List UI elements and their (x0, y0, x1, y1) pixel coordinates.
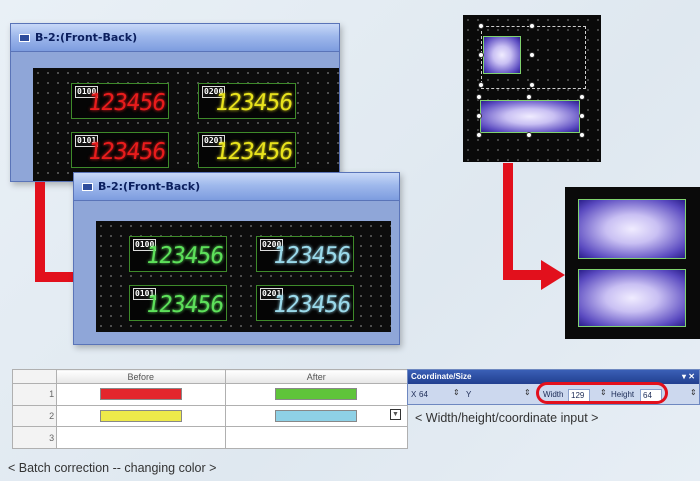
color-swatch[interactable] (275, 410, 358, 422)
header-before: Before (56, 368, 226, 385)
color-table: Before After 1 2 ▼ 3 (11, 368, 409, 449)
resize-handle[interactable] (478, 52, 484, 58)
after-cell[interactable] (224, 383, 409, 406)
toolbar-title: Coordinate/Size (411, 372, 472, 381)
lamp-editor-canvas[interactable] (463, 15, 601, 162)
display-value: 123456 (271, 243, 352, 269)
dropdown-icon[interactable]: ▼ (390, 408, 401, 420)
numeric-display[interactable]: 0200 123456 (198, 83, 296, 119)
resize-handle[interactable] (579, 132, 585, 138)
resize-handle[interactable] (476, 94, 482, 100)
numeric-display[interactable]: 0100 123456 (129, 236, 227, 272)
resize-handle[interactable] (526, 132, 532, 138)
resize-handle[interactable] (478, 23, 484, 29)
x-input[interactable]: 64 (419, 389, 428, 401)
display-value: 123456 (213, 139, 294, 165)
window-title: B-2:(Front-Back) (98, 180, 201, 193)
arrow-line (35, 182, 45, 282)
window-after: B-2:(Front-Back) 0100 123456 0200 123456… (73, 172, 400, 345)
numeric-display[interactable]: 0101 123456 (71, 132, 169, 168)
after-cell[interactable]: ▼ (224, 404, 409, 428)
table-row[interactable]: 1 (11, 383, 409, 406)
y-spinner-icon[interactable]: ⇕ (524, 388, 531, 397)
arrow-line (503, 270, 543, 280)
window-before: B-2:(Front-Back) 0100 123456 0200 123456… (10, 23, 340, 182)
before-cell[interactable] (56, 426, 226, 449)
table-header-row: Before After (11, 368, 409, 385)
row-number: 1 (11, 383, 58, 406)
coordinate-caption: < Width/height/coordinate input > (415, 411, 599, 425)
x-label: X (411, 390, 417, 399)
x-spinner-icon[interactable]: ⇕ (453, 388, 460, 397)
display-value: 123456 (144, 292, 225, 318)
row-number: 3 (11, 426, 58, 449)
numeric-display[interactable]: 0201 123456 (198, 132, 296, 168)
display-value: 123456 (86, 90, 167, 116)
lamp-resized[interactable] (578, 269, 686, 327)
screen-canvas[interactable]: 0100 123456 0200 123456 0101 123456 0201… (96, 221, 391, 332)
resize-handle[interactable] (476, 132, 482, 138)
height-spinner-icon[interactable]: ⇕ (690, 388, 697, 397)
display-value: 123456 (213, 90, 294, 116)
table-caption: < Batch correction -- changing color > (8, 461, 217, 475)
display-value: 123456 (271, 292, 352, 318)
lamp-result-canvas[interactable] (565, 187, 700, 339)
numeric-display[interactable]: 0101 123456 (129, 285, 227, 321)
lamp-rectangle[interactable] (480, 100, 580, 133)
window-title: B-2:(Front-Back) (35, 31, 138, 44)
resize-handle[interactable] (476, 113, 482, 119)
resize-handle[interactable] (529, 82, 535, 88)
arrow-line (503, 163, 513, 280)
resize-handle[interactable] (529, 23, 535, 29)
color-swatch[interactable] (99, 388, 182, 401)
numeric-display[interactable]: 0100 123456 (71, 83, 169, 119)
window-icon (19, 33, 30, 42)
header-cell (11, 368, 58, 385)
window-titlebar[interactable]: B-2:(Front-Back) (11, 24, 339, 52)
after-cell[interactable] (224, 426, 409, 449)
lamp-resized[interactable] (578, 199, 686, 259)
resize-handle[interactable] (579, 113, 585, 119)
before-cell[interactable] (56, 404, 226, 428)
resize-handle[interactable] (478, 82, 484, 88)
arrow-head-icon (541, 260, 565, 290)
color-swatch[interactable] (99, 410, 182, 422)
before-cell[interactable] (56, 383, 226, 406)
resize-handle[interactable] (579, 94, 585, 100)
y-label: Y (466, 390, 472, 399)
numeric-display[interactable]: 0201 123456 (256, 285, 354, 321)
row-number: 2 (11, 404, 58, 428)
table-row[interactable]: 3 (11, 426, 409, 449)
window-icon (82, 182, 93, 191)
window-titlebar[interactable]: B-2:(Front-Back) (74, 173, 399, 201)
color-swatch[interactable] (275, 388, 358, 401)
header-after: After (224, 368, 409, 385)
highlight-oval (536, 382, 668, 404)
screen-canvas[interactable]: 0100 123456 0200 123456 0101 123456 0201… (33, 68, 339, 181)
toolbar-close-icon[interactable]: ▾ ✕ (682, 370, 695, 384)
resize-handle[interactable] (529, 52, 535, 58)
resize-handle[interactable] (526, 94, 532, 100)
display-value: 123456 (144, 243, 225, 269)
display-value: 123456 (86, 139, 167, 165)
table-row[interactable]: 2 ▼ (11, 404, 409, 428)
numeric-display[interactable]: 0200 123456 (256, 236, 354, 272)
